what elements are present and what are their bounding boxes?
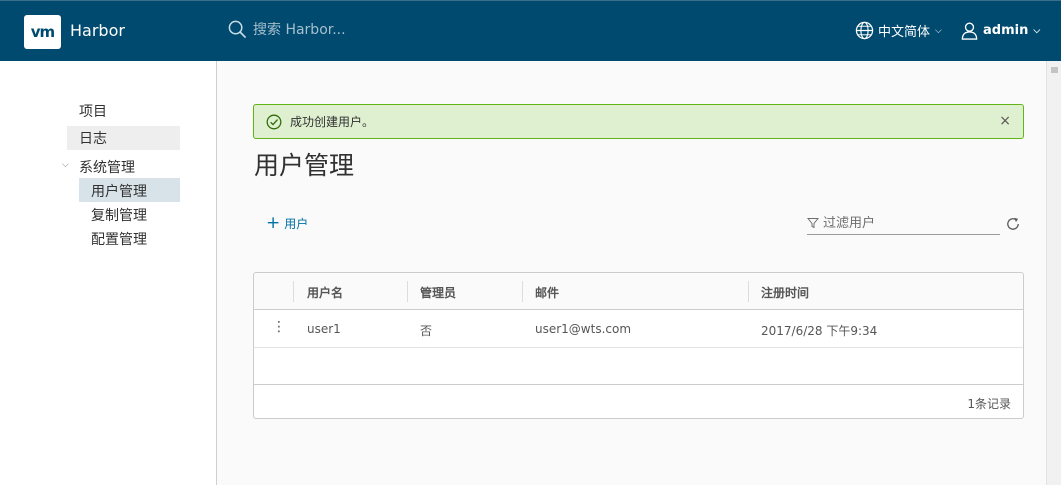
top-header: vm Harbor 中文简体 ⌵ admin ⌵: [0, 0, 1061, 61]
sidebar-item-logs[interactable]: 日志: [67, 126, 180, 150]
sidebar: 项目 日志 ⌵ 系统管理 用户管理 复制管理 配置管理: [0, 61, 217, 485]
user-icon: [961, 22, 978, 40]
page-title: 用户管理: [254, 151, 355, 180]
record-count: 1条记录: [967, 397, 1011, 411]
user-menu[interactable]: admin ⌵: [960, 21, 1040, 40]
cell-admin: 否: [420, 324, 433, 338]
globe-icon: [855, 21, 874, 40]
sidebar-item-configuration[interactable]: 配置管理: [91, 229, 147, 249]
column-header-username[interactable]: 用户名: [307, 284, 343, 301]
brand-name[interactable]: Harbor: [70, 21, 125, 40]
cell-email: user1@wts.com: [535, 322, 632, 336]
table-row[interactable]: ⋮ user1 否 user1@wts.com 2017/6/28 下午9:34: [254, 310, 1023, 348]
user-name: admin: [983, 23, 1029, 38]
column-separator[interactable]: [407, 281, 408, 302]
close-icon[interactable]: ×: [999, 113, 1011, 129]
sidebar-item-user-management[interactable]: 用户管理: [79, 178, 180, 202]
add-user-label: 用户: [284, 217, 309, 231]
filter-icon: [807, 218, 819, 229]
sidebar-item-system-admin[interactable]: 系统管理: [79, 157, 135, 177]
global-search[interactable]: [228, 20, 453, 39]
sidebar-item-projects[interactable]: 项目: [79, 101, 107, 121]
add-user-button[interactable]: + 用户: [266, 215, 308, 232]
chevron-down-icon: ⌵: [1033, 25, 1041, 36]
language-label: 中文简体: [878, 25, 931, 40]
alert-message: 成功创建用户。: [290, 115, 375, 129]
table-footer: 1条记录: [254, 384, 1023, 419]
cell-username: user1: [307, 322, 341, 336]
column-separator[interactable]: [748, 281, 749, 302]
column-separator[interactable]: [522, 281, 523, 302]
search-input[interactable]: [253, 21, 453, 38]
cell-registration-time: 2017/6/28 下午9:34: [761, 324, 878, 338]
language-selector[interactable]: 中文简体 ⌵: [855, 21, 942, 40]
header-top-line: [0, 0, 1061, 1]
page-scrollbar[interactable]: [1046, 61, 1061, 485]
user-filter[interactable]: [807, 212, 1000, 235]
column-separator: [293, 281, 294, 302]
column-header-admin[interactable]: 管理员: [420, 284, 456, 301]
check-circle-icon: [266, 114, 282, 129]
plus-icon: +: [266, 213, 281, 233]
search-icon: [228, 20, 247, 39]
success-alert: 成功创建用户。 ×: [253, 104, 1024, 139]
column-header-email[interactable]: 邮件: [535, 284, 559, 301]
row-actions-icon[interactable]: ⋮: [272, 320, 286, 334]
chevron-down-icon: ⌵: [935, 25, 942, 36]
chevron-down-icon[interactable]: ⌵: [62, 160, 69, 170]
filter-input[interactable]: [823, 215, 993, 231]
logo-text: vm: [30, 23, 55, 41]
refresh-icon[interactable]: [1005, 216, 1021, 232]
scrollbar-thumb[interactable]: [1051, 67, 1058, 73]
sidebar-item-replication[interactable]: 复制管理: [91, 205, 147, 225]
vmware-logo[interactable]: vm: [24, 15, 61, 49]
column-header-registration-time[interactable]: 注册时间: [761, 284, 809, 301]
user-table: 用户名 管理员 邮件 注册时间 ⋮ user1 否 user1@wts.com …: [253, 272, 1024, 419]
table-header: 用户名 管理员 邮件 注册时间: [254, 273, 1023, 310]
